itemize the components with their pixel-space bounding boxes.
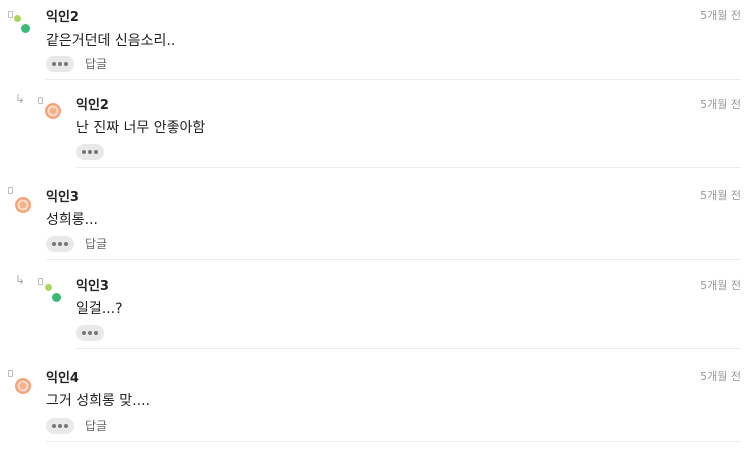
avatar	[15, 197, 39, 221]
comment-time: 5개월 전	[700, 279, 741, 292]
green-dot-icon	[52, 293, 61, 302]
comment-time: 5개월 전	[700, 98, 741, 111]
avatar	[15, 378, 39, 402]
orange-avatar-icon	[15, 378, 31, 394]
reply-button[interactable]: 답글	[85, 235, 107, 252]
comment-marker-icon	[38, 97, 43, 104]
comment-text: 난 진짜 너무 안좋아함	[76, 120, 206, 136]
green-dot-icon	[45, 284, 52, 291]
orange-avatar-icon	[45, 103, 61, 119]
comment-author: 익인2	[76, 98, 109, 113]
comment-author: 익인2	[46, 10, 79, 25]
avatar	[43, 282, 67, 306]
comment-item: 익인4 5개월 전 그거 성희롱 맞.... 답글	[0, 349, 753, 451]
comment-reply-item: ↳ 익인3 5개월 전 일걸...?	[0, 260, 753, 349]
more-options-button[interactable]	[46, 56, 74, 72]
comment-marker-icon	[8, 187, 13, 194]
comment-author: 익인3	[46, 190, 79, 205]
avatar	[12, 12, 36, 36]
comment-reply-item: ↳ 익인2 5개월 전 난 진짜 너무 안좋아함	[0, 80, 753, 168]
comment-item: 익인2 5개월 전 같은거던데 신음소리.. 답글	[0, 0, 753, 80]
more-options-button[interactable]	[76, 144, 104, 160]
comment-author: 익인3	[76, 279, 109, 294]
more-options-button[interactable]	[76, 325, 104, 341]
reply-button[interactable]: 답글	[85, 55, 107, 72]
comment-time: 5개월 전	[700, 370, 741, 383]
green-dot-icon	[14, 15, 21, 22]
more-options-button[interactable]	[46, 418, 74, 434]
green-dot-icon	[21, 24, 30, 33]
comment-marker-icon	[8, 370, 13, 377]
comment-text: 성희롱...	[46, 212, 98, 228]
comment-text: 그거 성희롱 맞....	[46, 393, 150, 409]
comment-time: 5개월 전	[700, 189, 741, 202]
reply-arrow-icon: ↳	[15, 273, 26, 287]
orange-avatar-icon	[15, 197, 31, 213]
comment-text: 같은거던데 신음소리..	[46, 33, 176, 49]
comment-item: 익인3 5개월 전 성희롱... 답글	[0, 168, 753, 260]
more-options-button[interactable]	[46, 236, 74, 252]
comment-time: 5개월 전	[700, 9, 741, 22]
avatar	[45, 103, 69, 127]
divider	[46, 441, 741, 442]
reply-button[interactable]: 답글	[85, 417, 107, 434]
comment-text: 일걸...?	[76, 301, 123, 317]
comment-author: 익인4	[46, 371, 79, 386]
reply-arrow-icon: ↳	[15, 92, 26, 106]
